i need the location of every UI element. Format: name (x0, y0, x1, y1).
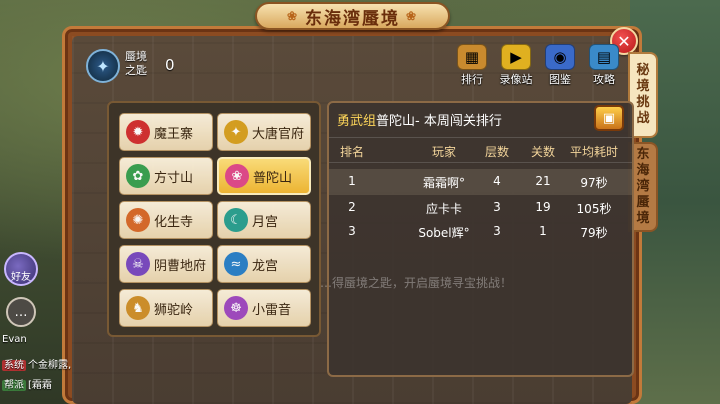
mirage-key-icon: ✦ (86, 49, 120, 83)
video-station-button[interactable]: ▶ 录像站 (496, 44, 536, 87)
sect-button-yuegong[interactable]: ☾ 月宫 (217, 201, 311, 239)
sect-button-huashengsi[interactable]: ✺ 化生寺 (119, 201, 213, 239)
table-row[interactable]: 1 霜霜啊° 4 21 97秒 (329, 169, 632, 195)
guide-button[interactable]: ▤ 攻略 (584, 44, 624, 87)
cloud-ornament-icon: ❀ (406, 9, 419, 23)
sect-button-mowangzhai[interactable]: ✹ 魔王寨 (119, 113, 213, 151)
background-hint-text: …得蜃境之匙，开启蜃境寻宝挑战！ (320, 276, 513, 290)
treasure-chest-icon[interactable]: ▣ (594, 105, 624, 131)
chat-line: 帮派 [霜霜 (2, 380, 52, 391)
sect-button-fangcunshan[interactable]: ✿ 方寸山 (119, 157, 213, 195)
action-toolbar: ▦ 排行 ▶ 录像站 ◉ 图鉴 ▤ 攻略 (452, 44, 624, 87)
col-rank: 排名 (339, 145, 364, 159)
table-row[interactable]: 2 应卡卡 3 19 105秒 (329, 195, 632, 221)
ranking-group: 勇武组 (337, 113, 377, 129)
cloud-ornament-icon: ❀ (286, 9, 299, 23)
chat-button[interactable]: … (6, 297, 36, 327)
mirage-key-count: 0 (165, 56, 175, 74)
dragon-palace-icon: ≈ (224, 252, 248, 276)
sect-button-yincaodifu[interactable]: ☠ 阴曹地府 (119, 245, 213, 283)
dialog-title: 东海湾蜃境 (305, 8, 400, 29)
moon-palace-icon: ☾ (224, 208, 248, 232)
chat-bubble-icon: … (14, 304, 28, 320)
codex-button[interactable]: ◉ 图鉴 (540, 44, 580, 87)
col-levels: 关数 (530, 145, 555, 159)
fangcun-mountain-icon: ✿ (126, 164, 150, 188)
ranking-icon: ▦ (457, 44, 487, 70)
sect-button-datangguanfu[interactable]: ✦ 大唐官府 (217, 113, 311, 151)
chat-line: 系统 个金柳露, (2, 360, 72, 371)
sect-button-longgong[interactable]: ≈ 龙宫 (217, 245, 311, 283)
huasheng-temple-icon: ✺ (126, 208, 150, 232)
ranking-header: 勇武组 普陀山 - 本周闯关排行 (329, 103, 632, 135)
col-floor: 层数 (484, 145, 509, 159)
lion-ridge-icon: ♞ (126, 296, 150, 320)
dialog-title-banner: ❀ 东海湾蜃境 ❀ (255, 2, 450, 30)
friends-button[interactable]: 好友 (4, 252, 38, 286)
ranking-title: - 本周闯关排行 (415, 113, 502, 129)
demon-fort-icon: ✹ (126, 120, 150, 144)
mirage-key-label: 蜃境 之匙 (125, 50, 147, 77)
ranking-column-headers: 排名 玩家 层数 关数 平均耗时 (329, 137, 632, 163)
ranking-sect: 普陀山 (376, 113, 416, 129)
chat-line: Evan (2, 334, 27, 345)
col-avg-time: 平均耗时 (569, 145, 618, 159)
sect-button-shituoling[interactable]: ♞ 狮驼岭 (119, 289, 213, 327)
xiaoleiyin-icon: ☸ (224, 296, 248, 320)
table-row[interactable]: 3 Sobel辉° 3 1 79秒 (329, 219, 632, 245)
sect-button-xiaoleiyin[interactable]: ☸ 小雷音 (217, 289, 311, 327)
book-icon: ◉ (545, 44, 575, 70)
video-camera-icon: ▶ (501, 44, 531, 70)
guide-book-icon: ▤ (589, 44, 619, 70)
ranking-panel: 勇武组 普陀山 - 本周闯关排行 ▣ 排名 玩家 层数 关数 平均耗时 1 霜霜… (327, 101, 634, 377)
sect-button-putuoshan[interactable]: ❀ 普陀山 (217, 157, 311, 195)
sect-selection-panel: ✹ 魔王寨 ✦ 大唐官府 ✿ 方寸山 ❀ 普陀山 ✺ 化生寺 ☾ 月宫 ☠ 阴曹… (107, 101, 321, 337)
tang-palace-icon: ✦ (224, 120, 248, 144)
lotus-icon: ❀ (225, 164, 249, 188)
underworld-icon: ☠ (126, 252, 150, 276)
ranking-button[interactable]: ▦ 排行 (452, 44, 492, 87)
